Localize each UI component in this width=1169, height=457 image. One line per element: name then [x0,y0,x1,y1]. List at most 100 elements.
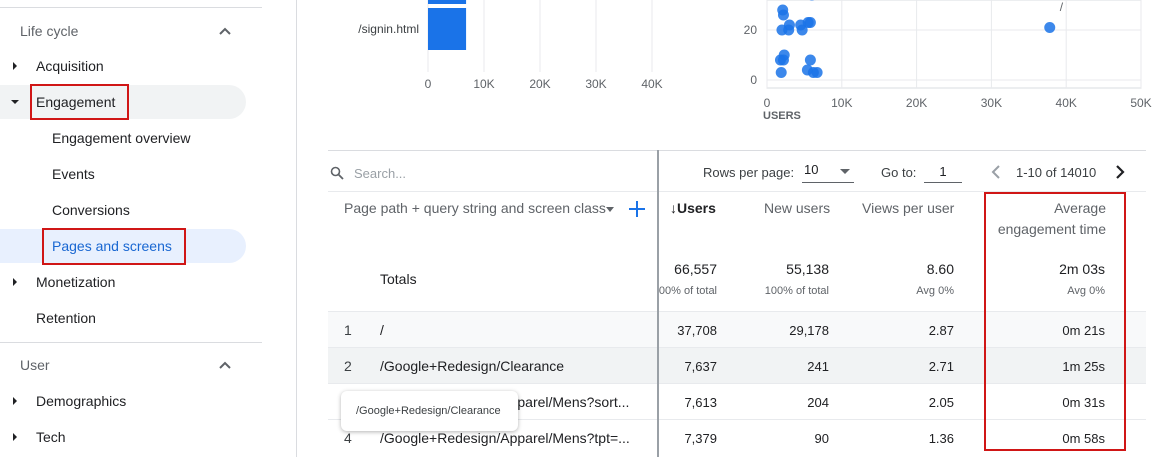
row-path[interactable]: /Google+Redesign/Clearance [380,358,652,374]
rows-per-page-select[interactable]: 10 [802,161,854,183]
scatter-point[interactable] [777,9,789,21]
sidebar-item-label: Monetization [36,274,116,290]
row-users: 37,708 [677,323,717,338]
pagination-range: 1-10 of 14010 [1016,165,1097,180]
row-new-users: 29,178 [789,323,829,338]
totals-views-per-user: 8.60 [926,261,954,277]
bar-chart: /signin.html 0 10K 20K 30K 40K [358,0,663,91]
sidebar-item-conversions[interactable]: Conversions [0,193,246,227]
scatter-point[interactable] [804,54,816,66]
sidebar-divider [0,7,262,8]
sidebar-item-label: Retention [36,310,96,326]
sidebar-item-label: Engagement overview [52,130,191,146]
scatter-x-tick-label: 10K [831,96,852,110]
sidebar-item-events[interactable]: Events [0,157,246,191]
scatter-point[interactable] [804,17,816,28]
caret-right-icon [13,62,17,70]
scatter-point[interactable] [777,54,789,66]
bar-x-tick-label: 20K [529,77,550,91]
highlight-box [30,84,129,120]
row-new-users: 241 [807,359,829,374]
bar-mark[interactable] [428,8,467,50]
header-users[interactable]: ↓Users [670,200,716,216]
row-views-per-user: 2.71 [928,359,954,374]
sidebar-item-acquisition[interactable]: Acquisition [0,49,246,83]
dimension-header-label: Page path + query string and screen clas… [344,200,606,216]
search-input[interactable] [354,163,624,183]
section-label: Life cycle [20,23,79,39]
table-toolbar: Rows per page: 10 Go to: 1-10 of 14010 [328,150,1146,192]
scatter-point[interactable] [775,67,787,78]
scatter-x-axis-label: USERS [763,110,801,122]
search-icon [330,166,344,180]
section-label: User [20,357,50,373]
scatter-frame [766,0,1142,89]
tooltip-text: /Google+Redesign/Clearance [356,405,501,417]
charts-area: /signin.html 0 10K 20K 30K 40K 0 20 0 10K 20K 30… [358,0,1152,122]
bar-category-label: /signin.html [358,22,419,36]
sidebar-item-monetization[interactable]: Monetization [0,265,246,299]
row-views-per-user: 2.87 [928,323,954,338]
highlight-box [42,228,186,265]
add-dimension-icon[interactable] [626,198,648,220]
row-views-per-user: 2.05 [928,395,954,410]
row-index: 1 [344,322,352,338]
row-path[interactable]: /Google+Redesign/Apparel/Mens?tpt=... [380,430,652,446]
sort-down-icon: ↓ [670,200,677,216]
scatter-y-tick-label: 0 [750,73,757,87]
sidebar-item-engagement-overview[interactable]: Engagement overview [0,121,246,155]
sidebar-item-tech[interactable]: Tech [0,420,246,454]
totals-users: 66,557 [674,261,717,277]
chevron-left-icon[interactable] [988,163,1006,181]
sidebar-item-demographics[interactable]: Demographics [0,384,246,418]
scatter-point[interactable] [1044,22,1056,33]
caret-right-icon [13,397,17,405]
caret-right-icon [13,433,17,441]
goto-input[interactable] [924,161,962,183]
sidebar-divider [0,342,262,343]
sidebar-item-label: Tech [36,429,66,445]
row-users: 7,379 [684,431,717,446]
totals-users-sub: 00% of total [658,285,717,297]
chevron-up-icon [219,361,231,369]
sidebar: Life cycle Acquisition Engagement Engage… [0,0,297,457]
row-users: 7,637 [684,359,717,374]
scatter-point[interactable] [811,67,823,78]
scatter-annotation: / [1060,0,1064,14]
scatter-x-tick-label: 20K [906,96,927,110]
sidebar-item-label: Acquisition [36,58,104,74]
section-life-cycle[interactable]: Life cycle [0,14,246,48]
section-user[interactable]: User [0,348,246,382]
totals-views-per-user-sub: Avg 0% [916,285,954,297]
bar-mark-partial[interactable] [428,0,467,4]
totals-label: Totals [380,271,417,287]
dropdown-caret-icon[interactable] [606,207,614,212]
scatter-x-tick-label: 30K [981,96,1002,110]
scatter-x-tick-label: 50K [1130,96,1151,110]
header-views-per-user[interactable]: Views per user [862,200,954,216]
bar-x-tick-label: 0 [425,77,432,91]
row-path[interactable]: / [380,322,652,338]
bar-x-tick-label: 10K [473,77,494,91]
chevron-up-icon [219,27,231,35]
scatter-x-tick-label: 0 [764,96,771,110]
row-new-users: 90 [814,431,829,446]
column-resize-handle[interactable] [657,150,659,457]
caret-down-icon [11,100,19,104]
chevron-right-icon[interactable] [1110,163,1128,181]
caret-right-icon [13,278,17,286]
bar-x-tick-label: 30K [585,77,606,91]
scatter-x-tick-label: 40K [1056,96,1077,110]
scatter-point[interactable] [783,19,795,31]
analytics-page: Life cycle Acquisition Engagement Engage… [0,0,1169,457]
row-views-per-user: 1.36 [928,431,954,446]
rows-per-page-value: 10 [804,162,819,177]
header-new-users[interactable]: New users [764,200,830,216]
header-users-label: Users [677,200,716,216]
sidebar-item-retention[interactable]: Retention [0,301,246,335]
sidebar-item-label: Events [52,166,95,182]
rows-per-page-label: Rows per page: [703,165,795,180]
dimension-header[interactable]: Page path + query string and screen clas… [344,200,606,216]
sidebar-item-label: Conversions [52,202,130,218]
row-users: 7,613 [684,395,717,410]
